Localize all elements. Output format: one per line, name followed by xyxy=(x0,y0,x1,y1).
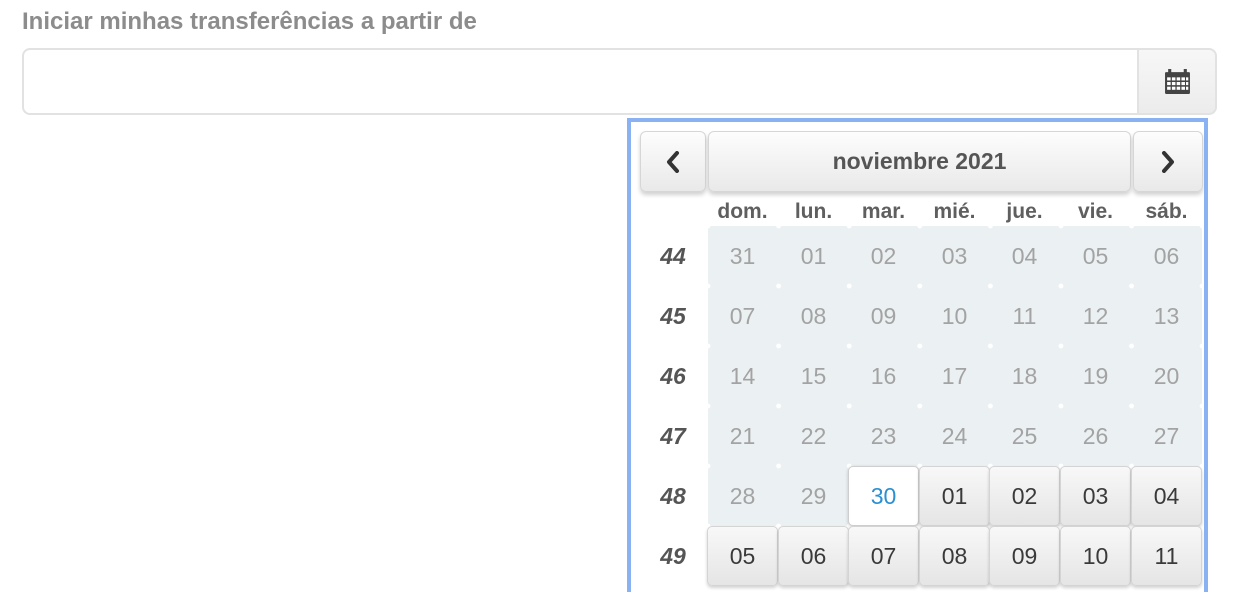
day-cell-disabled: 04 xyxy=(1011,242,1038,269)
weekday-header: sáb. xyxy=(1145,200,1188,223)
day-cell-disabled: 20 xyxy=(1153,362,1180,389)
start-date-input[interactable] xyxy=(22,48,1138,115)
day-cell-disabled: 06 xyxy=(1153,242,1180,269)
day-cell[interactable]: 10 xyxy=(1060,526,1131,586)
day-cell-disabled: 17 xyxy=(941,362,968,389)
day-cell-disabled: 29 xyxy=(800,482,827,509)
day-cell-disabled: 21 xyxy=(729,422,756,449)
day-cell-disabled: 23 xyxy=(870,422,897,449)
day-cell-disabled: 08 xyxy=(800,302,827,329)
day-cell-disabled: 31 xyxy=(729,242,756,269)
day-cell-disabled: 26 xyxy=(1082,422,1109,449)
day-cell-disabled: 11 xyxy=(1012,302,1037,329)
day-cell-disabled: 28 xyxy=(729,482,756,509)
weekday-header: jue. xyxy=(1006,200,1043,223)
day-cell-disabled: 03 xyxy=(941,242,968,269)
day-cell-disabled: 02 xyxy=(870,242,897,269)
day-cell-disabled: 07 xyxy=(729,302,756,329)
weekday-header: mié. xyxy=(933,200,976,223)
week-number: 49 xyxy=(660,542,686,569)
day-cell-disabled: 15 xyxy=(800,362,827,389)
day-cell-disabled: 01 xyxy=(800,242,827,269)
field-label: Iniciar minhas transferências a partir d… xyxy=(22,8,477,35)
day-cell-disabled: 13 xyxy=(1153,302,1180,329)
day-cell-disabled: 12 xyxy=(1082,302,1109,329)
day-cell[interactable]: 09 xyxy=(989,526,1060,586)
day-cell[interactable]: 03 xyxy=(1060,466,1131,526)
day-cell-disabled: 18 xyxy=(1011,362,1038,389)
day-cell[interactable]: 08 xyxy=(919,526,990,586)
day-cell-disabled: 16 xyxy=(870,362,897,389)
week-number: 44 xyxy=(660,242,686,269)
day-cell[interactable]: 07 xyxy=(848,526,919,586)
day-cell-disabled: 05 xyxy=(1082,242,1109,269)
weekday-header: lun. xyxy=(794,200,833,223)
day-cell-disabled: 27 xyxy=(1153,422,1180,449)
day-cell-disabled: 09 xyxy=(870,302,897,329)
day-cell-disabled: 25 xyxy=(1011,422,1038,449)
day-cell-disabled: 14 xyxy=(729,362,756,389)
chevron-right-icon xyxy=(1162,150,1174,173)
weekday-header: dom. xyxy=(717,200,768,223)
day-cell[interactable]: 06 xyxy=(778,526,849,586)
chevron-left-icon xyxy=(667,150,679,173)
day-cell-disabled: 19 xyxy=(1082,362,1109,389)
day-cell[interactable]: 05 xyxy=(707,526,778,586)
week-number: 45 xyxy=(660,302,686,329)
week-number: 48 xyxy=(660,482,686,509)
next-month-button[interactable] xyxy=(1133,131,1203,192)
calendar-icon xyxy=(1164,69,1190,94)
datepicker-popup: noviembre 2021 dom. lun. mar. mié. jue. … xyxy=(627,118,1208,592)
day-cell[interactable]: 11 xyxy=(1131,526,1202,586)
week-number: 47 xyxy=(660,422,686,449)
day-cell-today[interactable]: 30 xyxy=(848,466,919,526)
day-cell[interactable]: 01 xyxy=(919,466,990,526)
week-number: 46 xyxy=(660,362,686,389)
weekday-header: mar. xyxy=(861,200,906,223)
prev-month-button[interactable] xyxy=(640,131,706,192)
day-cell[interactable]: 02 xyxy=(989,466,1060,526)
day-cell[interactable]: 04 xyxy=(1131,466,1202,526)
calendar-button[interactable] xyxy=(1137,48,1217,115)
day-cell-disabled: 24 xyxy=(941,422,968,449)
day-cell-disabled: 10 xyxy=(941,302,968,329)
month-year-switch[interactable]: noviembre 2021 xyxy=(708,131,1131,192)
day-cell-disabled: 22 xyxy=(800,422,827,449)
weekday-header: vie. xyxy=(1077,200,1114,223)
